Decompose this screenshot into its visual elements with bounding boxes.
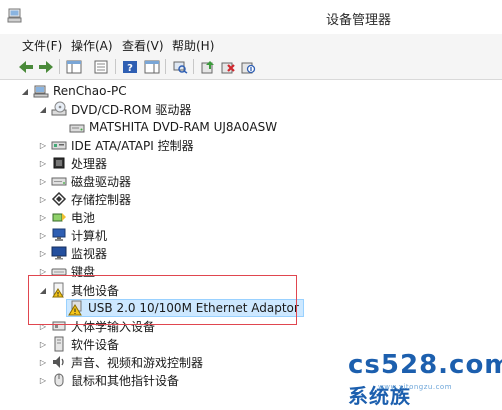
tree-dvd-label: DVD/CD-ROM 驱动器: [71, 102, 192, 117]
menu-file[interactable]: 文件(F): [22, 37, 62, 54]
tree-category-label: 磁盘驱动器: [71, 174, 132, 189]
storage-controller-icon: [51, 191, 67, 207]
toolbar: ?: [0, 54, 502, 80]
tree-node-root[interactable]: ◢ RenChao-PC: [20, 82, 127, 100]
watermark-url: www.xitongzu.com: [378, 383, 453, 391]
tree-category-label: 声音、视频和游戏控制器: [71, 355, 204, 370]
tree-category-label: 鼠标和其他指针设备: [71, 373, 180, 388]
tree-node-dvd-device[interactable]: MATSHITA DVD-RAM UJ8A0ASW: [56, 118, 277, 136]
watermark-logo: cs528.com系统族 www.xitongzu.com: [334, 350, 502, 408]
toolbar-separator: [59, 59, 60, 74]
tree-category-label: 监视器: [71, 246, 108, 261]
expanded-arrow-icon[interactable]: ◢: [20, 86, 30, 96]
menu-action[interactable]: 操作(A): [71, 37, 113, 54]
tree-dvd-device-label: MATSHITA DVD-RAM UJ8A0ASW: [89, 120, 278, 134]
processor-icon: [51, 155, 67, 171]
dvd-device-icon: [69, 119, 85, 135]
toolbar-separator: [115, 59, 116, 74]
scan-hardware-icon[interactable]: [171, 58, 189, 75]
menu-bar: 文件(F) 操作(A) 查看(V) 帮助(H): [0, 34, 502, 54]
computer-icon: [51, 227, 67, 243]
tree-category-label: 存储控制器: [71, 192, 132, 207]
tree-node-category[interactable]: ▷ 存储控制器: [38, 190, 131, 208]
menu-help[interactable]: 帮助(H): [172, 37, 214, 54]
menu-view[interactable]: 查看(V): [122, 37, 164, 54]
tree-node-category[interactable]: ▷ 处理器: [38, 154, 107, 172]
monitor-icon: [51, 245, 67, 261]
collapsed-arrow-icon[interactable]: ▷: [38, 248, 48, 258]
help-icon[interactable]: ?: [121, 58, 139, 75]
collapsed-arrow-icon[interactable]: ▷: [38, 212, 48, 222]
tree-node-category[interactable]: ▷ 声音、视频和游戏控制器: [38, 353, 203, 371]
toolbar-separator: [165, 59, 166, 74]
tree-node-dvd[interactable]: ◢ DVD/CD-ROM 驱动器: [38, 100, 191, 118]
back-arrow-icon[interactable]: [17, 58, 35, 75]
tree-category-label: IDE ATA/ATAPI 控制器: [71, 138, 194, 153]
tree-node-category[interactable]: ▷ 电池: [38, 208, 95, 226]
battery-icon: [51, 209, 67, 225]
computer-root-icon: [33, 83, 49, 99]
tree-category-label: 软件设备: [71, 337, 120, 352]
expanded-arrow-icon[interactable]: ◢: [38, 104, 48, 114]
mouse-icon: [51, 372, 67, 388]
title-bar: 设备管理器: [0, 0, 502, 34]
tree-category-label: 处理器: [71, 156, 108, 171]
sound-icon: [51, 354, 67, 370]
collapsed-arrow-icon[interactable]: ▷: [38, 230, 48, 240]
annotation-highlight-box: [28, 275, 297, 325]
collapsed-arrow-icon[interactable]: ▷: [38, 158, 48, 168]
collapsed-arrow-icon[interactable]: ▷: [38, 194, 48, 204]
disable-device-icon[interactable]: [239, 58, 257, 75]
svg-text:?: ?: [127, 63, 133, 74]
forward-arrow-icon[interactable]: [37, 58, 55, 75]
tree-node-category[interactable]: ▷ IDE ATA/ATAPI 控制器: [38, 136, 194, 154]
collapsed-arrow-icon[interactable]: ▷: [38, 176, 48, 186]
collapsed-arrow-icon[interactable]: ▷: [38, 140, 48, 150]
no-expander: [56, 122, 66, 132]
collapsed-arrow-icon[interactable]: ▷: [38, 357, 48, 367]
show-hide-console-tree-icon[interactable]: [65, 58, 83, 75]
tree-root-label: RenChao-PC: [53, 84, 127, 98]
watermark-text: cs528.com系统族: [348, 350, 502, 408]
tree-node-category[interactable]: ▷ 磁盘驱动器: [38, 172, 131, 190]
tree-node-category[interactable]: ▷ 软件设备: [38, 335, 119, 353]
tree-node-category[interactable]: ▷ 计算机: [38, 226, 107, 244]
ide-controller-icon: [51, 137, 67, 153]
tree-category-label: 电池: [71, 210, 96, 225]
collapsed-arrow-icon[interactable]: ▷: [38, 339, 48, 349]
tree-category-label: 计算机: [71, 228, 108, 243]
properties-icon[interactable]: [92, 58, 110, 75]
software-device-icon: [51, 336, 67, 352]
disk-drive-icon: [51, 173, 67, 189]
tree-node-category[interactable]: ▷ 监视器: [38, 244, 107, 262]
update-driver-icon[interactable]: [199, 58, 217, 75]
window-title: 设备管理器: [325, 13, 391, 28]
collapsed-arrow-icon[interactable]: ▷: [38, 375, 48, 385]
uninstall-device-icon[interactable]: [219, 58, 237, 75]
tree-node-category[interactable]: ▷ 鼠标和其他指针设备: [38, 371, 179, 389]
toolbar-separator: [193, 59, 194, 74]
action-pane-icon[interactable]: [143, 58, 161, 75]
dvd-drive-icon: [51, 101, 67, 117]
